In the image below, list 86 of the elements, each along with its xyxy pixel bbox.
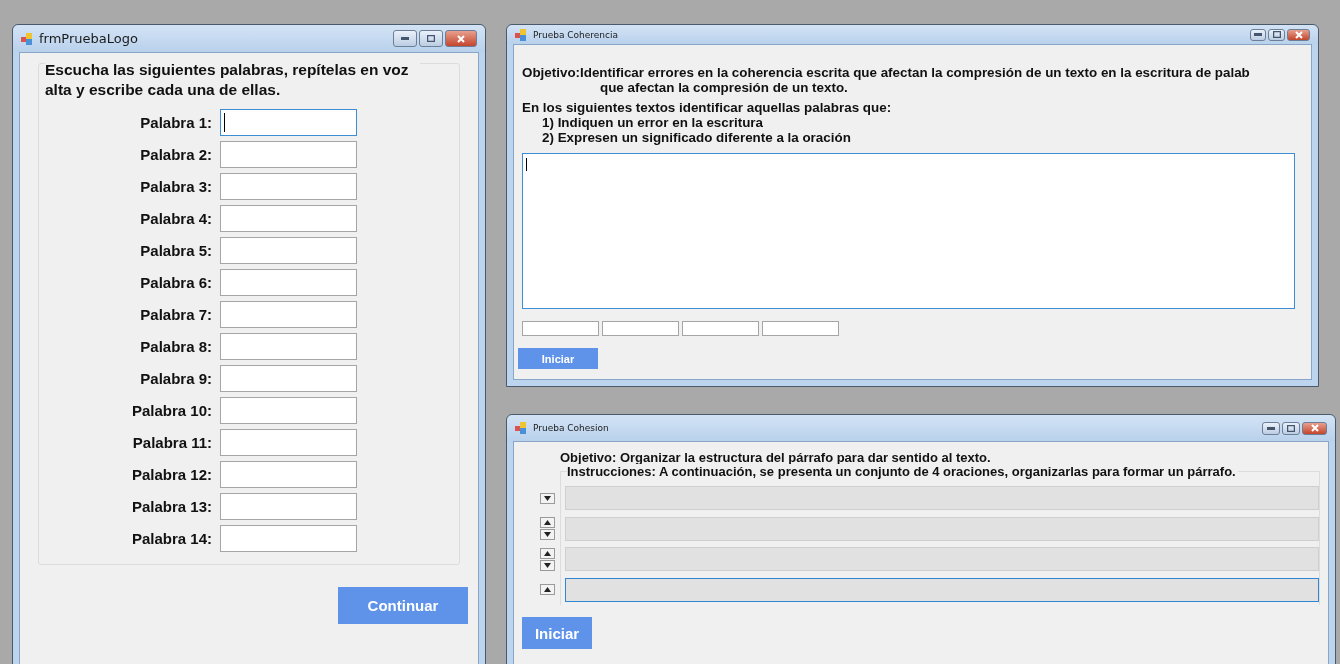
text-field[interactable] <box>220 428 357 456</box>
app-icon <box>21 32 33 45</box>
sentence-field[interactable] <box>565 577 1319 602</box>
minimize-button[interactable] <box>1249 28 1267 41</box>
prompt-text: En los siguientes textos identificar aquellas palabras que: <box>522 100 893 115</box>
field-label: Palabra 2: <box>139 145 213 163</box>
text-cursor <box>224 112 225 132</box>
sentence-field[interactable] <box>565 547 1319 572</box>
close-button[interactable] <box>1287 28 1310 41</box>
move-down-button[interactable] <box>539 559 555 571</box>
window-title: Prueba Cohesion <box>533 423 610 433</box>
text-field[interactable] <box>220 300 357 328</box>
move-down-button[interactable] <box>539 492 555 504</box>
instruction-text: Escucha las siguientes palabras, repítelas en voz alta y escribe cada una de ellas. <box>45 60 420 100</box>
step-text: 1) Indiquen un error en la escritura <box>541 115 764 130</box>
answer-field[interactable] <box>682 321 759 336</box>
continue-button[interactable]: Continuar <box>338 587 468 624</box>
instructions-text: Instrucciones: A continuación, se presenta un conjunto de 4 oraciones, organizarlas para formar un párrafo. <box>567 464 1238 479</box>
minimize-icon <box>1254 33 1262 36</box>
answer-field[interactable] <box>762 321 839 336</box>
close-icon <box>1310 424 1319 432</box>
objective-text: Objetivo: Organizar la estructura del párrafo para dar sentido al texto. <box>559 450 992 465</box>
window-title: Prueba Coherencia <box>533 29 620 40</box>
objective-text: que afectan la compresión de un texto. <box>599 80 849 95</box>
maximize-button[interactable] <box>418 30 443 47</box>
maximize-button[interactable] <box>1268 28 1286 41</box>
triangle-up-icon <box>543 587 551 593</box>
app-icon <box>515 422 527 434</box>
field-label: Palabra 12: <box>130 465 213 483</box>
move-down-button[interactable] <box>539 529 555 541</box>
close-button[interactable] <box>1302 421 1327 435</box>
text-field[interactable] <box>220 268 357 296</box>
text-field[interactable] <box>220 204 357 232</box>
move-up-button[interactable] <box>539 517 555 529</box>
triangle-up-icon <box>543 520 551 526</box>
objective-label: Objetivo: <box>522 65 580 80</box>
maximize-icon <box>1287 424 1296 432</box>
sentence-field[interactable] <box>565 486 1319 511</box>
app-icon <box>515 28 527 41</box>
text-field[interactable] <box>220 492 357 520</box>
field-label: Palabra 6: <box>139 273 213 291</box>
field-label: Palabra 3: <box>139 177 213 195</box>
text-field[interactable] <box>220 364 357 392</box>
field-label: Palabra 1: <box>139 113 213 131</box>
maximize-icon <box>426 35 435 42</box>
text-cursor <box>526 158 527 171</box>
close-button[interactable] <box>444 30 477 47</box>
triangle-up-icon <box>543 550 551 556</box>
text-field[interactable] <box>220 140 357 168</box>
text-field[interactable] <box>220 108 357 136</box>
objective-text: Identificar errores en la coherencia escrita que afectan la compresión de un texto en la escritura de palab <box>580 65 1250 80</box>
minimize-button[interactable] <box>393 30 417 47</box>
move-up-button[interactable] <box>539 547 555 559</box>
start-button[interactable]: Iniciar <box>522 617 592 649</box>
text-field[interactable] <box>220 524 357 552</box>
text-field[interactable] <box>220 236 357 264</box>
triangle-down-icon <box>543 495 551 501</box>
field-label: Palabra 11: <box>131 433 213 451</box>
close-icon <box>1294 30 1303 39</box>
maximize-icon <box>1272 31 1281 38</box>
sentence-field[interactable] <box>565 516 1319 541</box>
text-field[interactable] <box>220 172 357 200</box>
window-title: frmPruebaLogo <box>39 31 139 46</box>
text-field[interactable] <box>220 460 357 488</box>
field-label: Palabra 5: <box>139 241 213 259</box>
step-text: 2) Expresen un significado diferente a la oración <box>541 130 852 145</box>
start-button[interactable]: Iniciar <box>518 348 598 369</box>
field-label: Palabra 10: <box>130 401 213 419</box>
text-field[interactable] <box>220 396 357 424</box>
close-icon <box>456 34 465 43</box>
field-label: Palabra 13: <box>130 497 213 515</box>
minimize-icon <box>1267 426 1276 430</box>
triangle-down-icon <box>543 562 551 568</box>
field-label: Palabra 7: <box>139 305 213 323</box>
maximize-button[interactable] <box>1282 421 1301 435</box>
minimize-button[interactable] <box>1261 421 1281 435</box>
field-label: Palabra 4: <box>139 209 213 227</box>
text-field[interactable] <box>220 332 357 360</box>
move-up-button[interactable] <box>539 584 555 596</box>
field-label: Palabra 8: <box>139 337 213 355</box>
field-label: Palabra 9: <box>139 369 213 387</box>
minimize-icon <box>401 37 409 40</box>
field-label: Palabra 14: <box>130 529 213 547</box>
answer-field[interactable] <box>522 321 599 336</box>
triangle-down-icon <box>543 532 551 538</box>
answer-field[interactable] <box>602 321 679 336</box>
